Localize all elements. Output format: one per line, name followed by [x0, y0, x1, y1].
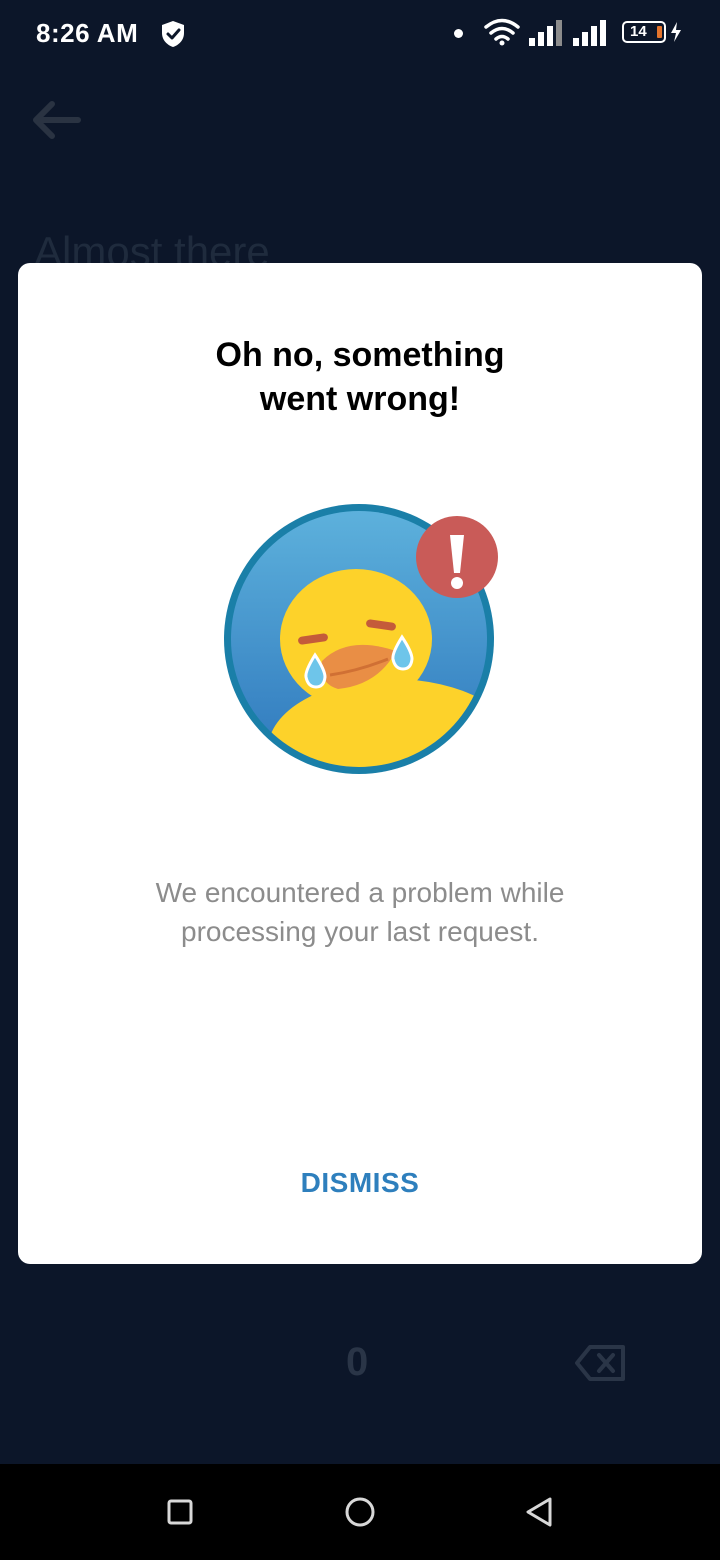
wifi-icon — [484, 18, 520, 46]
dismiss-button[interactable]: DISMISS — [280, 1157, 440, 1209]
error-dialog: Oh no, something went wrong! We encounte… — [18, 263, 702, 1264]
shield-icon — [162, 21, 184, 47]
exclamation-icon — [416, 516, 498, 598]
battery-icon: 14 — [622, 21, 666, 43]
home-button[interactable] — [340, 1494, 380, 1530]
back-button[interactable] — [520, 1494, 560, 1530]
dialog-message: We encountered a problem while processin… — [155, 877, 565, 947]
crying-duck-illustration — [224, 504, 498, 774]
keypad-key-zero[interactable]: 0 — [346, 1340, 368, 1385]
back-arrow-icon[interactable] — [28, 96, 84, 144]
signal-icon — [529, 20, 562, 46]
backspace-icon[interactable] — [574, 1344, 626, 1382]
battery-level: 14 — [630, 23, 647, 40]
signal-icon — [573, 20, 606, 46]
battery-fill — [657, 26, 662, 38]
recents-button[interactable] — [160, 1494, 200, 1530]
status-bar: 8:26 AM 14 — [0, 0, 720, 68]
dialog-title: Oh no, something went wrong! — [215, 336, 505, 418]
charging-bolt-icon — [671, 22, 681, 42]
navigation-bar — [0, 1464, 720, 1560]
status-time: 8:26 AM — [36, 18, 139, 48]
notification-dot-icon — [454, 29, 463, 38]
